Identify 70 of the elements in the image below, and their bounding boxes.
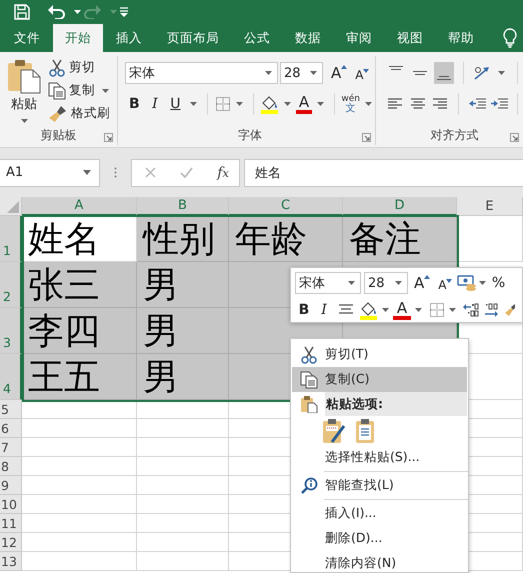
sheet-cell[interactable]: 年龄 (229, 216, 343, 262)
row-header[interactable]: 7 (0, 438, 22, 457)
column-header[interactable]: B (137, 197, 229, 216)
group-label: 对齐方式 (430, 126, 478, 144)
sheet-cell[interactable]: 男 (137, 308, 229, 354)
grow-font-button[interactable]: A (414, 274, 430, 292)
sheet-cell[interactable]: 性别 (137, 216, 229, 262)
cut-button[interactable]: 剪切 (48, 58, 95, 76)
menu-section-label: 粘贴选项: (325, 392, 467, 416)
row-header[interactable]: 11 (0, 514, 22, 533)
sheet-cell[interactable]: 王五 (22, 354, 137, 400)
ribbon-tab[interactable]: 插入 (104, 24, 154, 52)
row-header[interactable]: 9 (0, 476, 22, 495)
ribbon-tab[interactable]: 视图 (385, 24, 435, 52)
percent-button[interactable]: % (490, 272, 506, 294)
shrink-font-button[interactable]: A (438, 274, 452, 292)
font-size-field[interactable]: 28 (364, 272, 408, 294)
font-name-field[interactable]: 宋体 (125, 62, 278, 84)
row-header[interactable]: 2 (0, 262, 22, 308)
sheet-cell[interactable]: 备注 (343, 216, 457, 262)
font-color-button[interactable]: A (393, 300, 411, 320)
ribbon-tab[interactable]: 文件 (2, 24, 52, 52)
menu-item[interactable]: 选择性粘贴(S)... (292, 445, 467, 470)
row-header[interactable]: 8 (0, 457, 22, 476)
italic-button[interactable]: I (146, 93, 164, 115)
row-header[interactable]: 1 (0, 216, 22, 262)
menu-item[interactable]: 复制(C) (292, 367, 467, 392)
font-size-field[interactable]: 28 (280, 62, 323, 84)
menu-item[interactable]: 智能查找(L) (292, 473, 467, 498)
name-box[interactable]: A1 (0, 158, 100, 186)
row-header[interactable]: 6 (0, 419, 22, 438)
row-header[interactable]: 13 (0, 552, 22, 571)
menu-item[interactable]: 删除(D)... (292, 526, 467, 551)
column-header[interactable]: A (22, 197, 137, 216)
column-header[interactable]: D (343, 197, 457, 216)
font-name-field[interactable]: 宋体 (295, 272, 361, 294)
row-header[interactable]: 4 (0, 354, 22, 400)
menu-item[interactable]: 剪切(T) (292, 342, 467, 367)
paste-button[interactable]: 粘贴 (6, 56, 42, 125)
column-header[interactable]: C (229, 197, 343, 216)
copy-button[interactable]: 复制 (48, 82, 95, 100)
row-header[interactable]: 10 (0, 495, 22, 514)
format-painter-button[interactable]: 格式刷 (48, 104, 110, 122)
bold-button[interactable]: B (295, 299, 313, 321)
sheet-cell[interactable]: 张三 (22, 262, 137, 308)
row-header[interactable]: 12 (0, 533, 22, 552)
menu-item[interactable]: 插入(I)... (292, 501, 467, 526)
bold-button[interactable]: B (125, 93, 144, 115)
phonetic-guide-button[interactable]: wén 文 (341, 94, 360, 114)
ribbon-tab[interactable]: 开始 (53, 24, 103, 52)
row-header[interactable]: 5 (0, 400, 22, 419)
ribbon-tab[interactable]: 公式 (232, 24, 282, 52)
font-color-button[interactable]: A (296, 94, 312, 114)
column-header[interactable]: E (457, 197, 523, 216)
menu-item[interactable]: 清除内容(N) (292, 551, 467, 572)
ribbon-tab[interactable]: 帮助 (436, 24, 486, 52)
row-header[interactable]: 3 (0, 308, 22, 354)
sheet-cell[interactable]: 男 (137, 262, 229, 308)
formula-field[interactable]: 姓名 (244, 158, 523, 186)
underline-button[interactable]: U (166, 93, 185, 115)
group-label: 剪贴板 (40, 126, 76, 144)
group-label: 字体 (238, 126, 262, 144)
sheet-cell[interactable]: 李四 (22, 308, 137, 354)
ribbon-tab[interactable]: 数据 (283, 24, 333, 52)
ribbon-tab[interactable]: 审阅 (334, 24, 384, 52)
italic-button[interactable]: I (315, 299, 333, 321)
grow-font-button[interactable]: A (331, 64, 348, 82)
shrink-font-button[interactable]: A (355, 64, 370, 82)
ribbon-tab[interactable]: 页面布局 (155, 24, 231, 52)
sheet-cell[interactable]: 男 (137, 354, 229, 400)
